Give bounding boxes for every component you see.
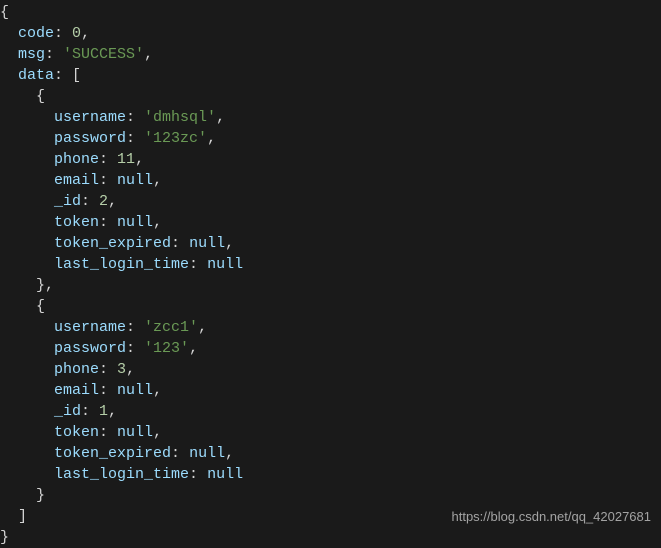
key-email: email <box>54 172 99 189</box>
val-id-0: 2 <box>99 193 108 210</box>
colon: : <box>126 130 144 147</box>
colon: : <box>171 445 189 462</box>
brace-close: } <box>36 487 45 504</box>
comma: , <box>135 151 144 168</box>
comma: , <box>216 109 225 126</box>
key-password: password <box>54 130 126 147</box>
colon: : <box>81 193 99 210</box>
colon: : <box>99 361 117 378</box>
colon: : <box>189 256 207 273</box>
key-data: data <box>18 67 54 84</box>
colon: : <box>81 403 99 420</box>
colon: : <box>54 67 72 84</box>
val-id-1: 1 <box>99 403 108 420</box>
val-code: 0 <box>72 25 81 42</box>
comma: , <box>207 130 216 147</box>
colon: : <box>126 109 144 126</box>
colon: : <box>171 235 189 252</box>
colon: : <box>126 340 144 357</box>
comma: , <box>144 46 153 63</box>
key-id: _id <box>54 403 81 420</box>
colon: : <box>126 319 144 336</box>
val-password-0: '123zc' <box>144 130 207 147</box>
val-phone-0: 11 <box>117 151 135 168</box>
key-code: code <box>18 25 54 42</box>
comma: , <box>153 424 162 441</box>
colon: : <box>99 151 117 168</box>
val-phone-1: 3 <box>117 361 126 378</box>
key-phone: phone <box>54 361 99 378</box>
comma: , <box>153 214 162 231</box>
key-email: email <box>54 382 99 399</box>
code-block: { code: 0, msg: 'SUCCESS', data: [ { use… <box>0 0 661 548</box>
brace: { <box>36 88 45 105</box>
val-email-1: null <box>117 382 153 399</box>
val-email-0: null <box>117 172 153 189</box>
brace: { <box>0 4 9 21</box>
key-username: username <box>54 109 126 126</box>
comma: , <box>126 361 135 378</box>
watermark: https://blog.csdn.net/qq_42027681 <box>452 506 652 527</box>
key-token: token <box>54 214 99 231</box>
comma: , <box>81 25 90 42</box>
bracket: [ <box>72 67 81 84</box>
key-last-login: last_login_time <box>54 466 189 483</box>
val-password-1: '123' <box>144 340 189 357</box>
val-username-0: 'dmhsql' <box>144 109 216 126</box>
bracket-close: ] <box>18 508 27 525</box>
comma: , <box>108 403 117 420</box>
val-token-1: null <box>117 424 153 441</box>
key-token: token <box>54 424 99 441</box>
colon: : <box>99 172 117 189</box>
comma: , <box>153 382 162 399</box>
key-last-login: last_login_time <box>54 256 189 273</box>
key-token-expired: token_expired <box>54 445 171 462</box>
val-last-login-1: null <box>207 466 243 483</box>
colon: : <box>45 46 63 63</box>
comma: , <box>225 235 234 252</box>
key-msg: msg <box>18 46 45 63</box>
comma: , <box>225 445 234 462</box>
comma: , <box>189 340 198 357</box>
key-username: username <box>54 319 126 336</box>
key-token-expired: token_expired <box>54 235 171 252</box>
comma: , <box>153 172 162 189</box>
brace: { <box>36 298 45 315</box>
val-username-1: 'zcc1' <box>144 319 198 336</box>
val-token-0: null <box>117 214 153 231</box>
val-msg: 'SUCCESS' <box>63 46 144 63</box>
key-id: _id <box>54 193 81 210</box>
key-phone: phone <box>54 151 99 168</box>
colon: : <box>99 382 117 399</box>
comma: , <box>108 193 117 210</box>
val-token-expired-1: null <box>189 445 225 462</box>
val-last-login-0: null <box>207 256 243 273</box>
comma: , <box>198 319 207 336</box>
brace-close: } <box>0 529 9 546</box>
colon: : <box>99 214 117 231</box>
val-token-expired-0: null <box>189 235 225 252</box>
colon: : <box>54 25 72 42</box>
key-password: password <box>54 340 126 357</box>
colon: : <box>99 424 117 441</box>
brace-close-comma: }, <box>36 277 54 294</box>
colon: : <box>189 466 207 483</box>
